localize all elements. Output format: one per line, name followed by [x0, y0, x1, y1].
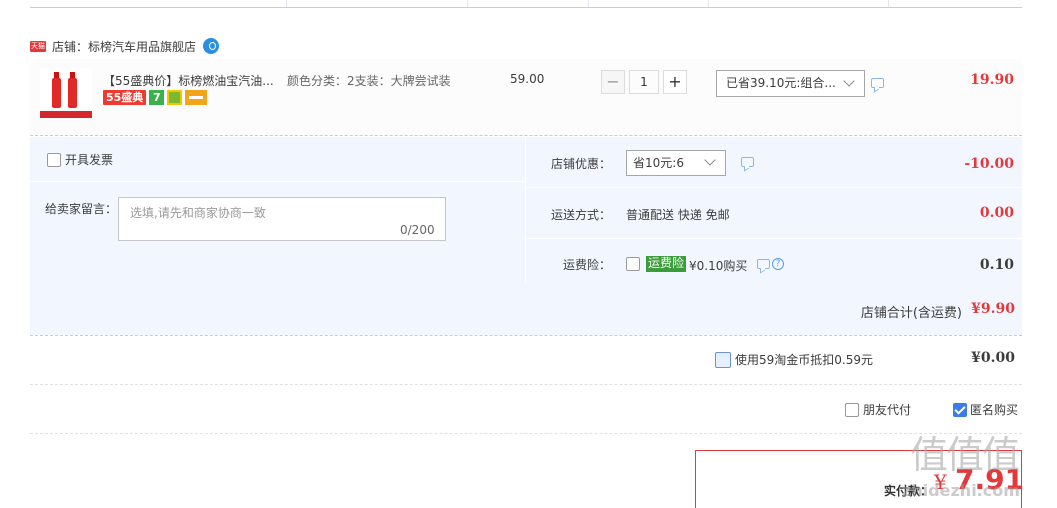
insurance-checkbox[interactable] [626, 257, 640, 271]
shop-coupon-amount: -10.00 [964, 156, 1014, 172]
table-header-strip [30, 0, 1022, 8]
invoice-checkbox[interactable] [47, 152, 61, 167]
message-icon[interactable] [757, 259, 770, 269]
panel-divider [525, 238, 1022, 239]
watermark-site: zhidezhi.com [902, 481, 1020, 500]
shop-coupon-value: 省10元:6 [633, 156, 684, 170]
insurance-price: ¥0.10购买 [689, 259, 748, 273]
panel-divider [30, 181, 525, 182]
coins-label: 使用59淘金币抵扣0.59元 [735, 353, 873, 367]
bottle-graphic [68, 72, 77, 108]
item-promo-select[interactable]: 已省39.10元:组合... [716, 70, 865, 97]
promo-55-badge: 55盛典 [103, 90, 147, 105]
memo-label: 给卖家留言： [45, 202, 118, 216]
friend-pay-label: 朋友代付 [863, 403, 912, 417]
shop-header: 天猫 店铺：标榜汽车用品旗舰店 [30, 37, 220, 55]
quantity-input[interactable]: 1 [629, 70, 659, 94]
help-icon[interactable]: ? [772, 258, 784, 270]
guarantee-icon [167, 90, 183, 105]
increase-quantity-button[interactable]: + [663, 70, 687, 94]
header-col-divider [888, 0, 889, 7]
item-sku: 颜色分类：2支装：大牌尝试装 [287, 74, 451, 88]
memo-char-count: 0/200 [400, 223, 435, 237]
friend-pay-option[interactable]: 朋友代付 [845, 401, 911, 418]
divider [30, 335, 1022, 336]
anonymous-checkbox[interactable] [953, 402, 967, 417]
image-tag [40, 111, 92, 118]
invoice-label: 开具发票 [65, 153, 114, 167]
invoice-option[interactable]: 开具发票 [47, 151, 113, 168]
insurance-amount: 0.10 [979, 257, 1014, 273]
shipping-amount: 0.00 [979, 205, 1014, 221]
divider [30, 433, 1022, 434]
shipping-method: 普通配送 快递 免邮 [626, 208, 730, 222]
item-title-link[interactable]: 【55盛典价】标榜燃油宝汽油... [103, 72, 273, 89]
memo-placeholder: 选填,请先和商家协商一致 [130, 206, 266, 220]
watermark-logo: 值值值 [910, 433, 1020, 477]
anonymous-label: 匿名购买 [970, 403, 1019, 417]
item-badges: 55盛典 7 [103, 90, 208, 105]
coins-checkbox[interactable] [715, 351, 731, 368]
coins-value: ¥0.00 [971, 350, 1015, 366]
product-thumbnail[interactable] [40, 68, 92, 120]
chat-icon[interactable] [203, 38, 220, 54]
shop-coupon-label: 店铺优惠： [551, 157, 612, 171]
bottle-graphic [52, 72, 61, 108]
header-col-divider [467, 0, 468, 7]
shop-total-value: ¥9.90 [971, 301, 1015, 317]
message-icon[interactable] [741, 157, 754, 167]
item-subtotal: 19.90 [970, 72, 1014, 88]
anonymous-option[interactable]: 匿名购买 [953, 401, 1018, 418]
shop-total-label: 店铺合计(含运费) [860, 306, 962, 321]
panel-divider [525, 187, 1022, 188]
insurance-badge: 运费险 [646, 256, 687, 272]
tmall-icon: 天猫 [30, 40, 46, 52]
insurance-label: 运费险： [563, 258, 612, 272]
credit-card-icon [185, 90, 208, 105]
divider [30, 384, 1022, 385]
decrease-quantity-button[interactable]: − [601, 70, 625, 94]
header-col-divider [708, 0, 709, 7]
header-col-divider [286, 0, 287, 7]
message-icon[interactable] [871, 78, 884, 88]
shipping-label: 运送方式： [551, 208, 612, 222]
quantity-stepper: − 1 + [601, 70, 687, 94]
unit-price: 59.00 [510, 72, 545, 86]
shop-name-link[interactable]: 店铺：标榜汽车用品旗舰店 [52, 38, 196, 55]
header-col-divider [588, 0, 589, 7]
panel-divider [525, 137, 526, 283]
coins-option[interactable]: 使用59淘金币抵扣0.59元 [715, 351, 873, 368]
friend-pay-checkbox[interactable] [845, 402, 859, 417]
item-promo-value: 已省39.10元:组合... [726, 76, 836, 90]
seven-day-return-icon: 7 [149, 90, 165, 105]
